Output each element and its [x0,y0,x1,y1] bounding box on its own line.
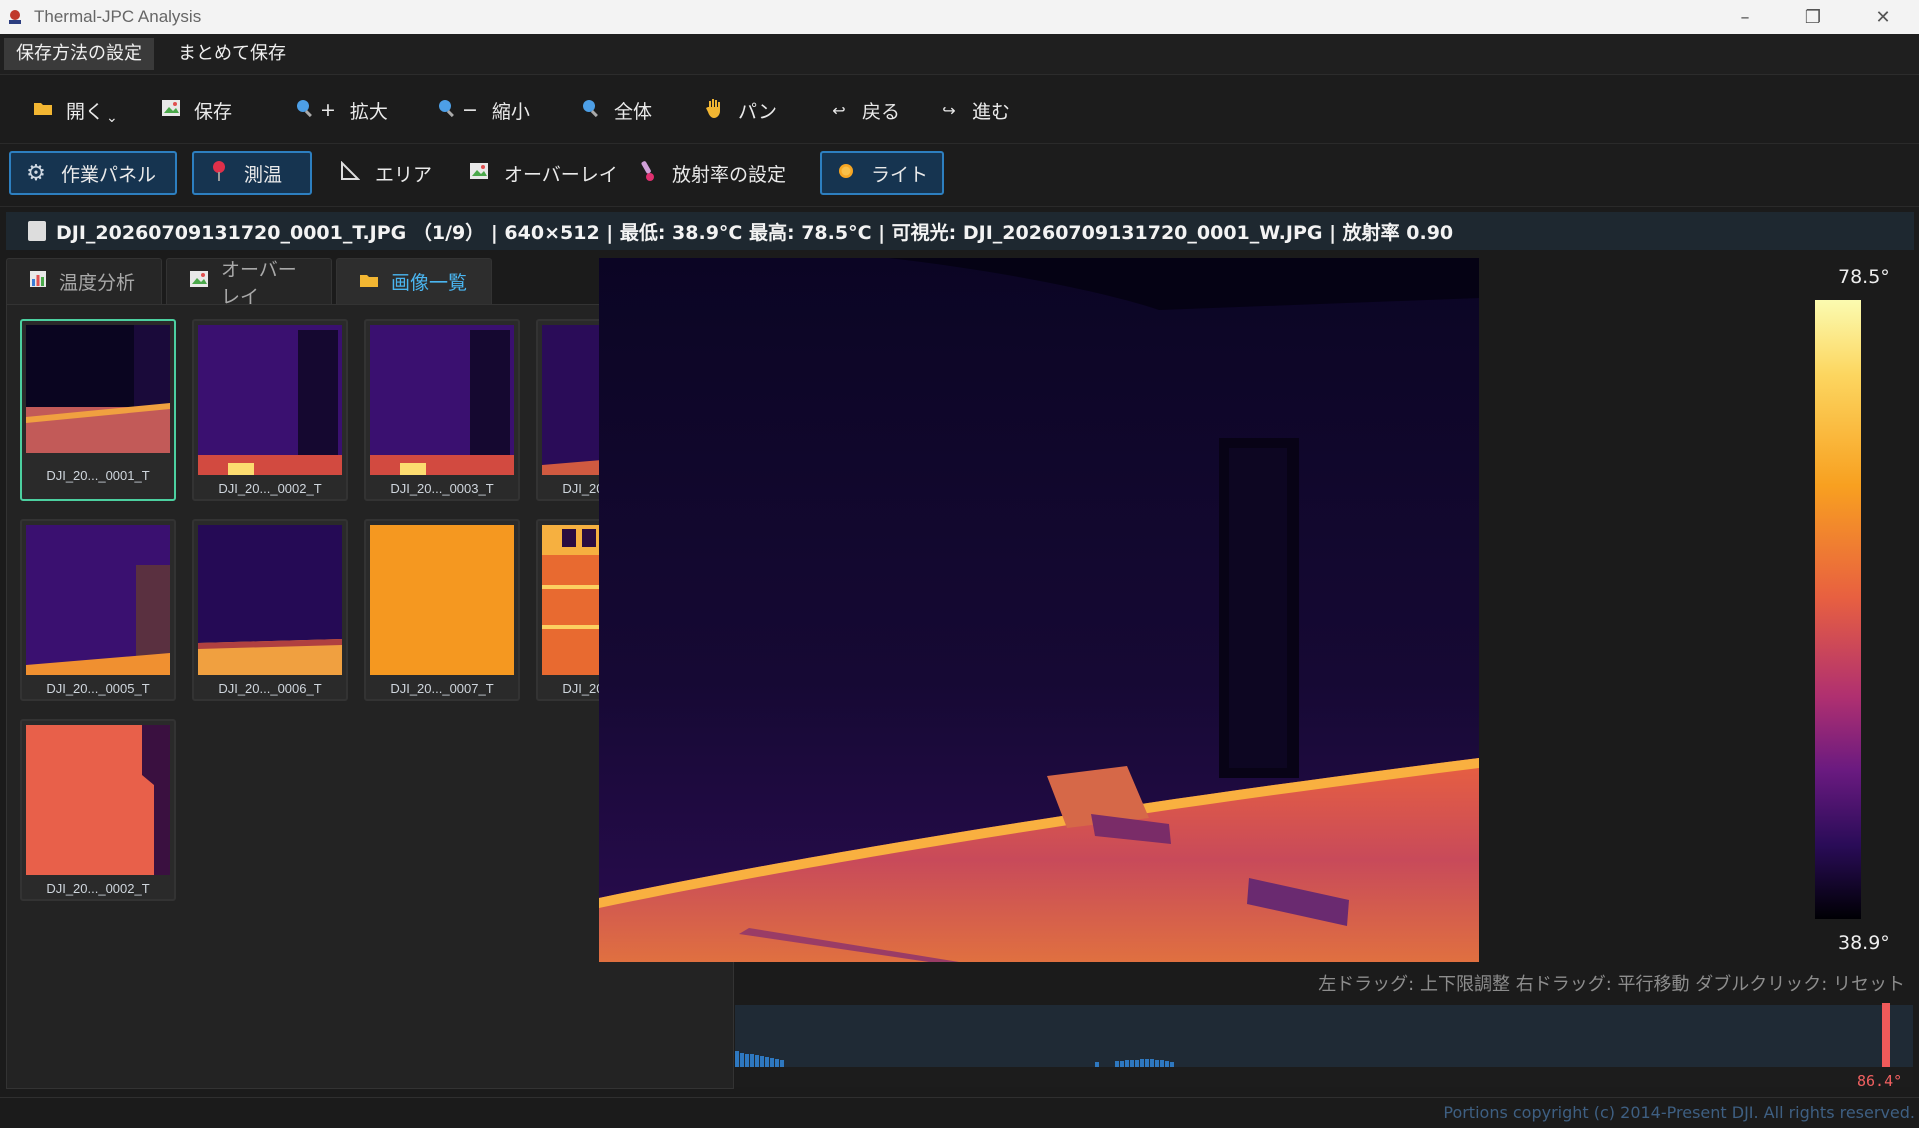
thumbnail-image [26,725,170,875]
pin-icon [208,160,230,187]
magnifier-icon [436,98,458,123]
thumbnail-item[interactable]: DJI_20..._0007_T [364,519,520,701]
menu-save-settings[interactable]: 保存方法の設定 [4,38,154,70]
thumbnail-item[interactable]: DJI_20..._0002_T [192,319,348,501]
sun-icon [836,161,857,186]
menu-batch-save[interactable]: まとめて保存 [166,38,298,70]
save-button[interactable]: 保存 [160,95,232,125]
restore-button[interactable]: ❐ [1778,0,1848,34]
pan-button[interactable]: パン [704,95,777,125]
thumbnail-image [26,325,170,453]
color-scale-bar[interactable] [1815,300,1861,919]
forward-button[interactable]: ↪ 進む [938,95,1010,125]
image-icon [160,99,182,122]
magnifier-icon [294,98,316,123]
document-icon [28,221,46,241]
thumbnail-image [370,525,514,675]
arrow-left-icon: ↩ [832,100,846,120]
window-title-bar: Thermal-JPC Analysis – ❐ ✕ [0,0,1919,34]
file-info-text: DJI_20260709131720_0001_T.JPG （1/9） | 64… [56,221,1454,244]
histogram-axis [735,1067,1913,1087]
zoom-in-button[interactable]: + 拡大 [294,95,388,125]
minimize-button[interactable]: – [1710,0,1780,34]
thermometer-icon [636,160,658,187]
tab-image-list[interactable]: 画像一覧 [336,258,492,304]
arrow-right-icon: ↪ [942,100,956,120]
scale-max-label: 78.5° [1838,266,1890,288]
temperature-histogram[interactable] [735,1005,1913,1067]
tab-overlay[interactable]: オーバーレイ [166,258,332,308]
status-footer: Portions copyright (c) 2014-Present DJI.… [0,1097,1919,1128]
fit-all-button[interactable]: 全体 [580,95,652,125]
work-panel-button[interactable]: ⚙ 作業パネル [9,151,177,195]
magnifier-icon [580,98,602,123]
tab-temperature-analysis[interactable]: 温度分析 [6,258,162,304]
thumbnail-image [198,525,342,675]
thumbnail-image [198,325,342,475]
thermal-image-view[interactable] [599,258,1479,962]
menu-bar: 保存方法の設定 まとめて保存 [0,34,1919,75]
main-toolbar: 開く ⌄ 保存 + 拡大 − 縮小 全体 パン ↩ 戻る ↪ 進む [0,75,1919,144]
copyright-text: Portions copyright (c) 2014-Present DJI.… [1443,1103,1915,1122]
hand-icon [704,97,726,124]
zoom-out-button[interactable]: − 縮小 [436,95,530,125]
bar-chart-icon [29,270,47,293]
histogram-max-handle[interactable] [1882,1003,1890,1069]
close-button[interactable]: ✕ [1848,0,1918,34]
emissivity-button[interactable]: 放射率の設定 [620,151,802,195]
ruler-triangle-icon [339,160,361,186]
histogram-max-label: 86.4° [1857,1072,1903,1090]
measure-temp-button[interactable]: 測温 [192,151,312,195]
light-theme-button[interactable]: ライト [820,151,944,195]
overlay-button[interactable]: オーバーレイ [452,151,634,195]
window-title: Thermal-JPC Analysis [34,7,202,26]
thumbnail-item[interactable]: DJI_20..._0003_T [364,319,520,501]
app-icon [9,10,21,24]
histogram-hint: 左ドラッグ: 上下限調整 右ドラッグ: 平行移動 ダブルクリック: リセット [1318,974,1905,995]
tool-mode-bar: ⚙ 作業パネル 測温 エリア オーバーレイ 放射率の設定 ライト [0,144,1919,207]
thumbnail-item[interactable]: DJI_20..._0006_T [192,519,348,701]
thumbnail-item[interactable]: DJI_20..._0005_T [20,519,176,701]
image-icon [468,162,490,185]
gear-icon: ⚙ [26,160,46,186]
thumbnail-image [370,325,514,475]
image-icon [189,270,209,293]
open-button[interactable]: 開く ⌄ [32,95,118,126]
scale-min-label: 38.9° [1838,932,1890,954]
area-button[interactable]: エリア [323,151,448,195]
back-button[interactable]: ↩ 戻る [828,95,900,125]
thumbnail-image [26,525,170,675]
chevron-down-icon: ⌄ [106,110,118,126]
folder-icon [359,271,379,293]
file-info-bar: DJI_20260709131720_0001_T.JPG （1/9） | 64… [6,212,1914,250]
folder-icon [32,99,54,121]
thumbnail-item[interactable]: DJI_20..._0001_T [20,319,176,501]
thumbnail-item[interactable]: DJI_20..._0002_T [20,719,176,901]
